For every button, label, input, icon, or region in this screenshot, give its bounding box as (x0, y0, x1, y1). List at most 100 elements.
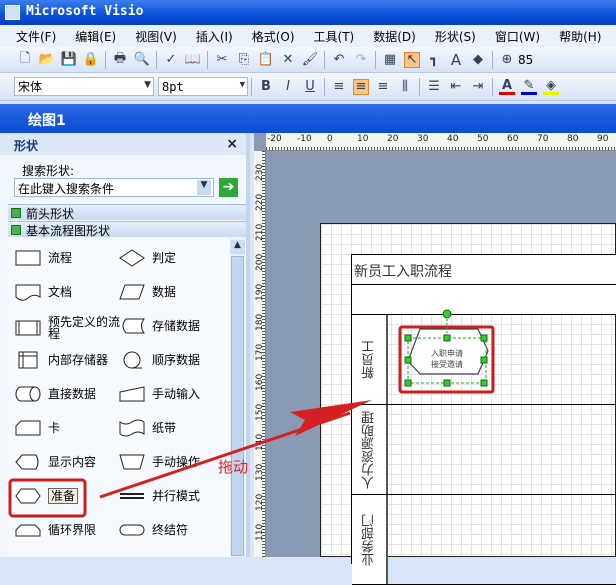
menu-insert[interactable]: 插入(I) (196, 28, 233, 45)
shape-item-process[interactable]: 流程 (14, 248, 126, 268)
undo-icon[interactable]: ↶ (331, 52, 347, 68)
terminator-shape-icon (119, 524, 145, 536)
shape-item-paper-tape[interactable]: 纸带 (118, 418, 230, 438)
shape-item-document[interactable]: 文档 (14, 282, 126, 302)
align-left-icon[interactable]: ≡ (331, 79, 347, 95)
font-size-select[interactable]: 8pt ▼ (158, 77, 248, 96)
connector-tool-icon[interactable]: ┓ (426, 52, 442, 68)
ruler-tick-label: 30 (417, 134, 429, 144)
manual-operation-shape-icon (119, 454, 145, 470)
text-tool-icon[interactable]: A (448, 51, 464, 69)
align-right-icon[interactable]: ≡ (375, 79, 391, 95)
spelling-icon[interactable]: ✓ (163, 52, 179, 68)
shape-label: 显示内容 (48, 455, 97, 469)
chevron-down-icon[interactable]: ▼ (197, 180, 211, 195)
scroll-thumb[interactable] (231, 256, 244, 556)
swimlane-new-employee[interactable]: 新员工 (352, 315, 616, 405)
bullets-icon[interactable]: ☰ (426, 79, 442, 95)
menu-view[interactable]: 视图(V) (135, 28, 177, 45)
internal-storage-shape-icon (18, 351, 38, 369)
menu-tools[interactable]: 工具(T) (314, 28, 355, 45)
swimlane-pool[interactable]: 新员工入职流程 新员工 人力资源助理 业务部门 (351, 254, 616, 585)
shape-item-terminator[interactable]: 终结符 (118, 520, 230, 540)
shape-list-scrollbar[interactable]: ▲ (230, 238, 245, 557)
font-color-icon[interactable]: A (499, 78, 515, 95)
increase-indent-icon[interactable]: ⇥ (470, 79, 486, 95)
card-shape-icon (15, 420, 41, 436)
shape-label: 循环界限 (48, 523, 97, 537)
drawing-canvas[interactable]: -20 -10 0 10 20 30 40 50 60 70 80 90 230 220 210 200 19… (254, 133, 616, 585)
redo-icon[interactable]: ↷ (353, 52, 369, 68)
shape-label: 直接数据 (48, 387, 97, 401)
close-icon[interactable]: × (226, 136, 238, 152)
shape-item-manual-operation[interactable]: 手动操作 (118, 452, 230, 472)
shape-item-display[interactable]: 显示内容 (14, 452, 126, 472)
underline-icon[interactable]: U (302, 79, 318, 95)
shape-label: 终结符 (152, 523, 189, 537)
save-icon[interactable]: 💾 (61, 52, 77, 68)
stencil-basic-flowchart[interactable]: 基本流程图形状 (8, 221, 246, 238)
format-painter-icon[interactable]: 🖌 (302, 52, 319, 68)
italic-icon[interactable]: I (280, 79, 296, 95)
shape-item-sequential-data[interactable]: 顺序数据 (118, 350, 230, 370)
line-color-icon[interactable]: ✎ (521, 78, 537, 95)
align-center-icon[interactable]: ≡ (353, 78, 369, 95)
font-size-value: 8pt (162, 79, 184, 94)
ruler-tick-label: 20 (387, 134, 399, 144)
shape-item-loop-limit[interactable]: 循环界限 (14, 520, 126, 540)
shape-item-parallel-mode[interactable]: 并行模式 (118, 486, 230, 506)
font-select[interactable]: 宋体 ▼ (14, 77, 154, 96)
menu-shape[interactable]: 形状(S) (435, 28, 476, 45)
swimlane-hr-assistant[interactable]: 人力资源助理 (352, 405, 616, 495)
ruler-tick-label: 40 (447, 134, 459, 144)
shape-item-predefined-process[interactable]: 预先定义的流程 (14, 316, 126, 340)
shape-item-preparation[interactable]: 准备 (14, 486, 126, 506)
shape-item-decision[interactable]: 判定 (118, 248, 230, 268)
stencil-arrow-shapes[interactable]: 箭头形状 (8, 204, 246, 221)
shape-item-data[interactable]: 数据 (118, 282, 230, 302)
shape-item-stored-data[interactable]: 存储数据 (118, 316, 230, 336)
fill-icon[interactable]: ◆ (470, 52, 486, 68)
research-icon[interactable]: 📖 (185, 52, 201, 68)
swimlane-department[interactable]: 业务部门 (352, 495, 616, 585)
print-icon[interactable]: 🖶 (112, 51, 128, 68)
shape-item-manual-input[interactable]: 手动输入 (118, 384, 230, 404)
pool-title[interactable]: 新员工入职流程 (352, 255, 616, 285)
zoom-level[interactable]: 85 (518, 53, 533, 67)
menu-data[interactable]: 数据(D) (373, 28, 416, 45)
ruler-tick-label: 170 (255, 343, 265, 361)
shape-item-card[interactable]: 卡 (14, 418, 126, 438)
pointer-tool-icon[interactable]: ↖ (404, 51, 420, 68)
menu-help[interactable]: 帮助(H) (559, 28, 601, 45)
ruler-tick-label: 10 (357, 134, 369, 144)
shape-label: 手动输入 (152, 387, 201, 401)
menu-format[interactable]: 格式(O) (252, 28, 295, 45)
copy-icon[interactable]: ⎘ (236, 52, 252, 68)
menu-edit[interactable]: 编辑(E) (75, 28, 116, 45)
search-go-button[interactable]: ➔ (219, 178, 238, 197)
paste-icon[interactable]: 📋 (258, 52, 274, 68)
shapes-icon[interactable]: ▦ (382, 52, 398, 68)
new-icon[interactable]: 🗋 (17, 51, 33, 68)
menu-window[interactable]: 窗口(W) (495, 28, 540, 45)
justify-icon[interactable]: ⫼ (397, 79, 413, 95)
shape-item-internal-storage[interactable]: 内部存储器 (14, 350, 126, 370)
pan-zoom-icon[interactable]: ⊕ (499, 52, 515, 68)
scroll-up-icon[interactable]: ▲ (230, 240, 245, 254)
shape-item-direct-data[interactable]: 直接数据 (14, 384, 126, 404)
pool-phase-row[interactable] (352, 285, 616, 315)
drawing-page[interactable]: 新员工入职流程 新员工 人力资源助理 业务部门 (320, 223, 616, 585)
permission-icon[interactable]: 🔒 (83, 52, 99, 68)
fill-color-icon[interactable]: ◈ (543, 78, 559, 95)
search-input[interactable]: 在此键入搜索条件 ▼ (14, 178, 214, 197)
decrease-indent-icon[interactable]: ⇤ (448, 79, 464, 95)
print-preview-icon[interactable]: 🔍 (134, 52, 150, 68)
loop-limit-shape-icon (15, 524, 41, 537)
menu-file[interactable]: 文件(F) (16, 28, 56, 45)
bold-icon[interactable]: B (258, 79, 274, 95)
open-icon[interactable]: 📂 (39, 52, 55, 68)
shape-label: 准备 (48, 488, 79, 504)
delete-icon[interactable]: ✕ (280, 52, 296, 68)
shape-label: 数据 (152, 285, 177, 299)
cut-icon[interactable]: ✂ (214, 52, 230, 68)
